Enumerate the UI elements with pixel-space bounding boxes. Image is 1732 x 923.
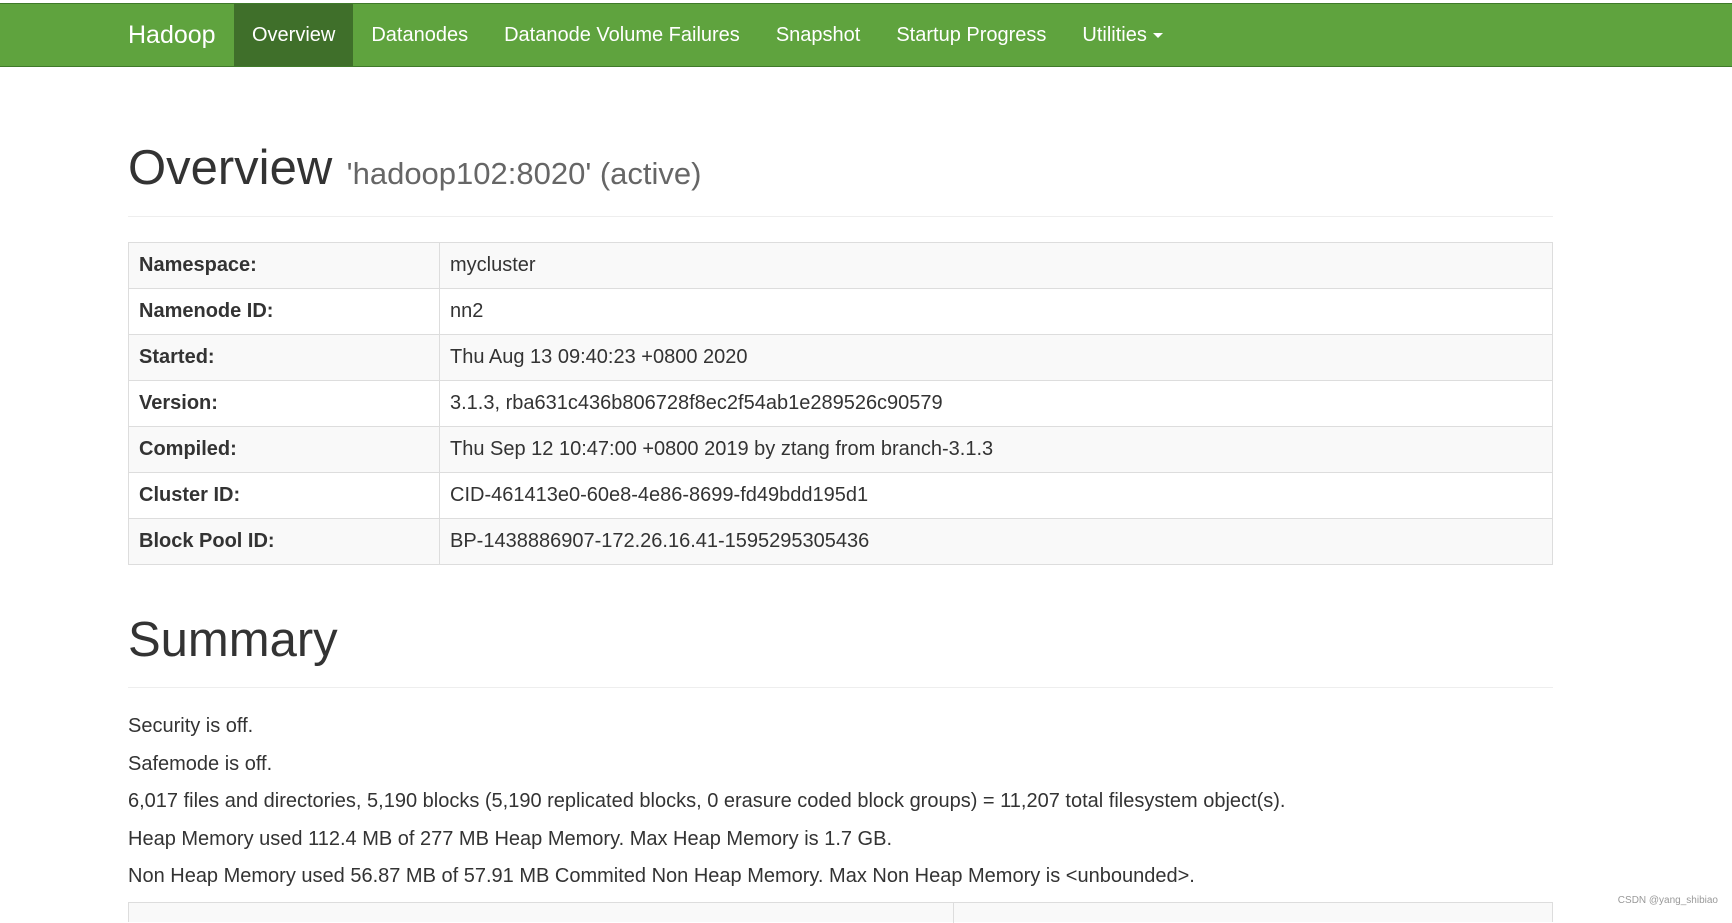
nav-list: Overview Datanodes Datanode Volume Failu… [234, 4, 1181, 66]
row-value: Thu Aug 13 09:40:23 +0800 2020 [439, 334, 1553, 381]
summary-security-status: Security is off. [128, 715, 254, 737]
summary-non-heap-memory: Non Heap Memory used 56.87 MB of 57.91 M… [128, 865, 1195, 887]
row-value: Thu Sep 12 10:47:00 +0800 2019 by ztang … [439, 426, 1553, 473]
table-row: Namespace: mycluster [128, 242, 1553, 289]
nav-item-overview[interactable]: Overview [234, 4, 354, 66]
row-key: Namenode ID: [128, 288, 440, 335]
row-value: mycluster [439, 242, 1553, 289]
table-row: Started: Thu Aug 13 09:40:23 +0800 2020 [128, 334, 1553, 381]
row-value: 3.1.3, rba631c436b806728f8ec2f54ab1e2895… [439, 380, 1553, 427]
page-subtitle: 'hadoop102:8020' (active) [346, 156, 702, 191]
nav-item-datanodes[interactable]: Datanodes [353, 4, 486, 66]
summary-table-partial [128, 902, 1553, 923]
row-key: Namespace: [128, 242, 440, 289]
nav-item-label: Datanode Volume Failures [504, 24, 740, 46]
table-row: Version: 3.1.3, rba631c436b806728f8ec2f5… [128, 380, 1553, 427]
row-key: Version: [128, 380, 440, 427]
table-row: Block Pool ID: BP-1438886907-172.26.16.4… [128, 518, 1553, 565]
summary-heap-memory: Heap Memory used 112.4 MB of 277 MB Heap… [128, 827, 893, 850]
row-value: BP-1438886907-172.26.16.41-1595295305436 [439, 518, 1553, 565]
top-navbar: Hadoop Overview Datanodes Datanode Volum… [0, 3, 1732, 67]
row-value: nn2 [439, 288, 1553, 335]
table-row: Cluster ID: CID-461413e0-60e8-4e86-8699-… [128, 472, 1553, 519]
nav-item-startup-progress[interactable]: Startup Progress [878, 4, 1064, 66]
nav-item-snapshot[interactable]: Snapshot [758, 4, 879, 66]
nav-item-label: Datanodes [371, 24, 469, 46]
overview-table: Namespace: mycluster Namenode ID: nn2 St… [128, 242, 1553, 565]
table-column-divider [953, 903, 954, 923]
nav-item-label: Overview [252, 24, 336, 46]
row-key: Block Pool ID: [128, 518, 440, 565]
row-key: Started: [128, 334, 440, 381]
summary-lines: Security is off. Safemode is off. 6,017 … [128, 712, 1553, 900]
row-key: Compiled: [128, 426, 440, 473]
overview-header: Overview 'hadoop102:8020' (active) [128, 138, 1553, 217]
page-title: Overview [128, 141, 333, 195]
summary-safemode-status: Safemode is off. [128, 752, 273, 775]
table-row: Namenode ID: nn2 [128, 288, 1553, 335]
nav-item-label: Utilities [1082, 24, 1147, 46]
row-value: CID-461413e0-60e8-4e86-8699-fd49bdd195d1 [439, 472, 1553, 519]
nav-item-datanode-volume-failures[interactable]: Datanode Volume Failures [486, 4, 758, 66]
watermark: CSDN @yang_shibiao [1617, 895, 1718, 906]
nav-item-label: Startup Progress [896, 24, 1047, 46]
row-key: Cluster ID: [128, 472, 440, 519]
caret-down-icon [1152, 33, 1163, 39]
summary-title: Summary [128, 613, 338, 667]
summary-header: Summary [128, 610, 1553, 688]
brand-link[interactable]: Hadoop [128, 4, 216, 66]
table-row: Compiled: Thu Sep 12 10:47:00 +0800 2019… [128, 426, 1553, 473]
summary-filesystem-objects: 6,017 files and directories, 5,190 block… [128, 790, 1286, 812]
nav-item-utilities-dropdown[interactable]: Utilities [1064, 4, 1180, 66]
nav-item-label: Snapshot [775, 24, 861, 46]
